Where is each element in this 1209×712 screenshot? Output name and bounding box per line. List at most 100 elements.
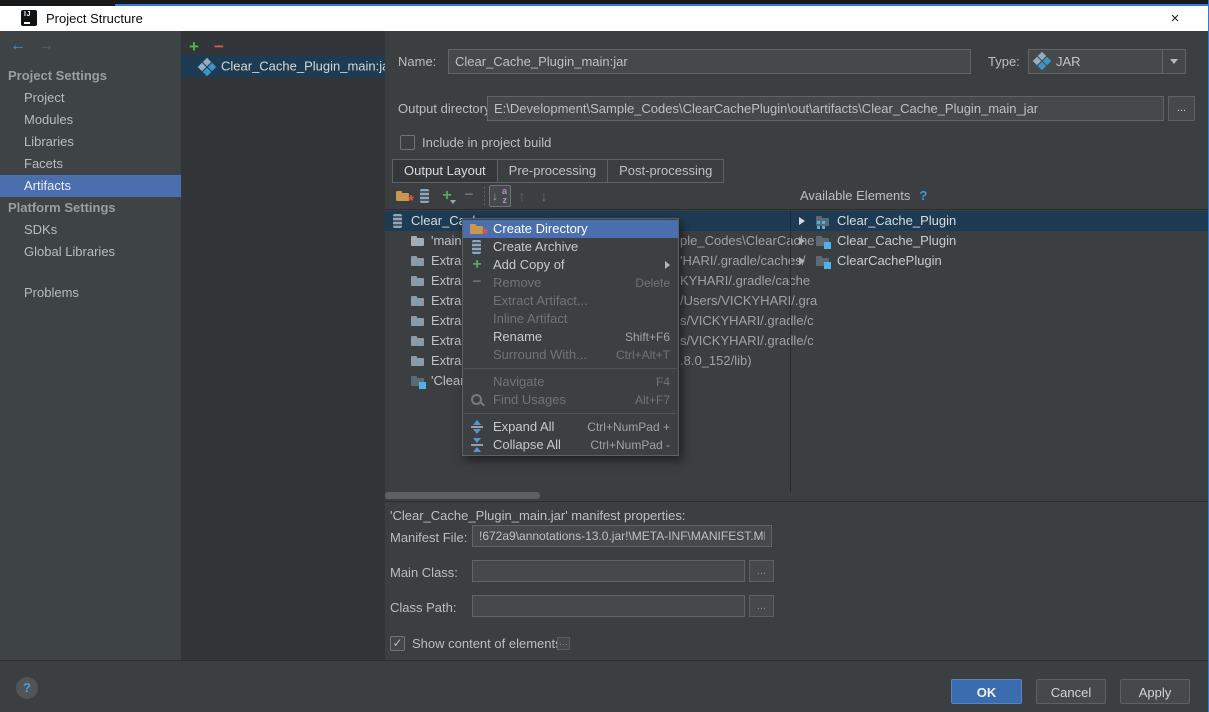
move-up-button[interactable]: ↑ bbox=[511, 185, 533, 207]
extract-icon: ↓ bbox=[410, 353, 426, 369]
menu-item-rename[interactable]: RenameShift+F6 bbox=[463, 328, 678, 346]
sidebar-item-facets[interactable]: Facets bbox=[0, 153, 181, 175]
menu-item-label: Remove bbox=[493, 274, 635, 292]
menu-item-shortcut: Ctrl+NumPad - bbox=[590, 436, 670, 454]
menu-item-find-usages[interactable]: Find UsagesAlt+F7 bbox=[463, 391, 678, 409]
menu-item-icon-slot bbox=[469, 436, 493, 454]
menu-item-expand-all[interactable]: Expand AllCtrl+NumPad + bbox=[463, 418, 678, 436]
sort-az-icon: ↓az bbox=[492, 188, 508, 204]
menu-item-label: Find Usages bbox=[493, 391, 635, 409]
manifest-file-input[interactable] bbox=[472, 525, 772, 547]
tree-context-menu: *Create DirectoryCreate Archive+Add Copy… bbox=[462, 218, 679, 456]
menu-item-inline-artifact[interactable]: Inline Artifact bbox=[463, 310, 678, 328]
add-button[interactable]: + bbox=[436, 185, 458, 207]
project-structure-dialog: IJ Project Structure × ←→ Project Settin… bbox=[0, 0, 1209, 712]
apply-button[interactable]: Apply bbox=[1120, 679, 1190, 704]
remove-icon: − bbox=[461, 188, 477, 204]
menu-item-add-copy-of[interactable]: +Add Copy of bbox=[463, 256, 678, 274]
help-button[interactable]: ? bbox=[16, 677, 38, 699]
available-element-row[interactable]: Clear_Cache_Plugin bbox=[791, 211, 1209, 231]
layout-toolbar: * +−↓az↑↓ bbox=[392, 184, 555, 208]
menu-item-icon-slot bbox=[469, 292, 493, 310]
add-artifact-button[interactable]: + bbox=[189, 37, 199, 57]
output-directory-browse-button[interactable]: ... bbox=[1168, 96, 1195, 121]
new-folder-icon: * bbox=[395, 188, 411, 204]
tab-pre-processing[interactable]: Pre-processing bbox=[497, 159, 608, 183]
dialog-title: Project Structure bbox=[46, 6, 143, 31]
sidebar-item-sdks[interactable]: SDKs bbox=[0, 219, 181, 241]
tab-output-layout[interactable]: Output Layout bbox=[392, 159, 498, 183]
show-content-checkbox[interactable]: ✓ bbox=[390, 636, 405, 651]
type-dropdown[interactable]: JAR bbox=[1028, 49, 1186, 74]
remove-button[interactable]: − bbox=[458, 185, 480, 207]
menu-separator bbox=[464, 413, 677, 414]
close-button[interactable]: × bbox=[1158, 6, 1192, 31]
class-path-input[interactable] bbox=[472, 595, 745, 617]
artifact-list-item[interactable]: Clear_Cache_Plugin_main:jar bbox=[181, 55, 385, 77]
available-element-label: Clear_Cache_Plugin bbox=[837, 211, 956, 231]
move-down-button[interactable]: ↓ bbox=[533, 185, 555, 207]
forward-arrow-icon[interactable]: → bbox=[38, 37, 54, 54]
menu-item-create-directory[interactable]: *Create Directory bbox=[463, 220, 678, 238]
nav-section-header: Project Settings bbox=[0, 65, 181, 87]
sidebar-item-project[interactable]: Project bbox=[0, 87, 181, 109]
scrollbar-thumb[interactable] bbox=[385, 492, 540, 499]
menu-item-navigate[interactable]: NavigateF4 bbox=[463, 373, 678, 391]
remove-artifact-button[interactable]: − bbox=[214, 37, 224, 57]
help-icon[interactable]: ? bbox=[919, 188, 927, 203]
include-in-project-build-checkbox[interactable] bbox=[400, 135, 415, 150]
extract-icon: ↓ bbox=[410, 333, 426, 349]
sidebar-item-problems[interactable]: Problems bbox=[0, 282, 181, 304]
type-label: Type: bbox=[988, 54, 1020, 69]
cancel-label: Cancel bbox=[1051, 685, 1091, 700]
ok-button[interactable]: OK bbox=[951, 679, 1022, 704]
expand-arrow-icon[interactable] bbox=[799, 217, 805, 225]
extract-icon: ↓ bbox=[410, 273, 426, 289]
tree-row-label: 'main' bbox=[431, 231, 464, 251]
search-icon bbox=[469, 392, 485, 408]
window-border-top bbox=[115, 4, 1209, 6]
tab-post-processing[interactable]: Post-processing bbox=[607, 159, 724, 183]
main-class-browse-button[interactable]: ... bbox=[749, 560, 774, 582]
dialog-footer: ? OK Cancel Apply bbox=[0, 660, 1209, 712]
name-input[interactable] bbox=[448, 49, 971, 74]
module-group-icon bbox=[815, 213, 831, 229]
menu-item-shortcut: Shift+F6 bbox=[625, 328, 670, 346]
cancel-button[interactable]: Cancel bbox=[1036, 679, 1106, 704]
menu-item-label: Navigate bbox=[493, 373, 656, 391]
submenu-arrow-icon bbox=[665, 261, 670, 269]
output-directory-input[interactable] bbox=[487, 96, 1164, 121]
extract-icon: ↓ bbox=[410, 313, 426, 329]
sidebar-item-artifacts[interactable]: Artifacts bbox=[0, 175, 181, 197]
tree-row-path: .8.0_152/lib) bbox=[680, 351, 752, 371]
available-element-row[interactable]: ClearCachePlugin bbox=[791, 251, 1209, 271]
sidebar-item-global-libraries[interactable]: Global Libraries bbox=[0, 241, 181, 263]
archive-button[interactable] bbox=[414, 185, 436, 207]
menu-item-label: Expand All bbox=[493, 418, 587, 436]
menu-item-extract-artifact[interactable]: Extract Artifact... bbox=[463, 292, 678, 310]
menu-item-create-archive[interactable]: Create Archive bbox=[463, 238, 678, 256]
intellij-logo-icon: IJ bbox=[21, 10, 37, 26]
new-folder-button[interactable]: * bbox=[392, 185, 414, 207]
sidebar-item-libraries[interactable]: Libraries bbox=[0, 131, 181, 153]
desktop-sliver bbox=[0, 0, 1209, 6]
menu-item-remove[interactable]: −RemoveDelete bbox=[463, 274, 678, 292]
extract-icon: ↓ bbox=[410, 293, 426, 309]
sort-az-button[interactable]: ↓az bbox=[489, 185, 511, 207]
back-arrow-icon[interactable]: ← bbox=[10, 37, 26, 54]
available-element-row[interactable]: Clear_Cache_Plugin bbox=[791, 231, 1209, 251]
intellij-logo-text: IJ bbox=[24, 11, 31, 18]
menu-item-collapse-all[interactable]: Collapse AllCtrl+NumPad - bbox=[463, 436, 678, 454]
menu-item-label: Create Directory bbox=[493, 220, 670, 238]
sidebar-item-modules[interactable]: Modules bbox=[0, 109, 181, 131]
main-class-input[interactable] bbox=[472, 560, 745, 582]
expand-arrow-icon[interactable] bbox=[799, 257, 805, 265]
class-path-browse-button[interactable]: ... bbox=[749, 595, 774, 617]
chevron-down-icon bbox=[1170, 59, 1178, 64]
type-dropdown-button[interactable] bbox=[1162, 50, 1185, 73]
horizontal-scrollbar bbox=[385, 492, 790, 500]
expand-arrow-icon[interactable] bbox=[799, 237, 805, 245]
menu-item-surround-with[interactable]: Surround With...Ctrl+Alt+T bbox=[463, 346, 678, 364]
menu-item-icon-slot: − bbox=[469, 274, 493, 292]
nav-history-arrows: ←→ bbox=[10, 37, 54, 55]
